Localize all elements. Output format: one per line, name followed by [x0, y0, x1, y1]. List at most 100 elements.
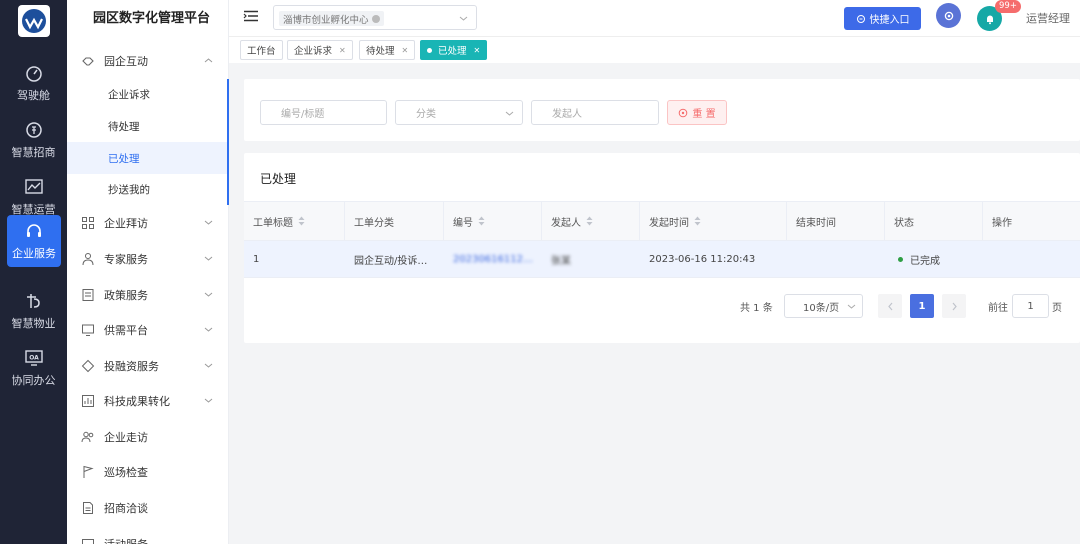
tab-pending[interactable]: 待处理 ✕ — [359, 40, 416, 60]
tab-workbench[interactable]: 工作台 — [240, 40, 283, 60]
close-icon[interactable]: ✕ — [474, 46, 481, 55]
table-row[interactable]: 1 园企互动/投诉… 20230616112… 张某 2023-06-16 11… — [244, 241, 1080, 278]
org-select[interactable]: 淄博市创业孵化中心 — [273, 5, 477, 30]
settings-button[interactable] — [936, 3, 961, 28]
tab-enterprise-appeal[interactable]: 企业诉求 ✕ — [287, 40, 353, 60]
tab-processed[interactable]: 已处理 ✕ — [420, 40, 488, 60]
trend-icon — [24, 179, 43, 194]
menu-group-financing[interactable]: 投融资服务 — [67, 350, 229, 382]
chevron-down-icon — [847, 304, 856, 309]
category-select[interactable]: 分类 — [395, 100, 523, 125]
sort-icon[interactable] — [694, 216, 701, 226]
tab-label: 已处理 — [438, 46, 467, 57]
initiator-input[interactable]: 发起人 — [531, 100, 659, 125]
menu-sub-enterprise-appeal[interactable]: 企业诉求 — [67, 78, 229, 110]
menu-group-label: 投融资服务 — [104, 360, 159, 373]
grid-icon — [82, 217, 94, 229]
menu-group-expert[interactable]: 专家服务 — [67, 243, 229, 275]
status-dot-icon — [898, 257, 903, 262]
bell-icon — [986, 15, 993, 24]
menu-sub-pending[interactable]: 待处理 — [67, 110, 229, 142]
page-number-current[interactable]: 1 — [910, 294, 934, 318]
menu-group-patrol[interactable]: 巡场检查 — [67, 456, 229, 488]
table-header: 工单标题 工单分类 编号 发起人 发起时间 结束时间 状态 操作 — [244, 201, 1080, 241]
table-card: 已处理 工单标题 工单分类 编号 发起人 发起时间 结束时间 状态 操作 1 园… — [244, 153, 1080, 343]
quick-entry-label: 快捷入口 — [869, 15, 910, 26]
col-header-code[interactable]: 编号 — [444, 202, 542, 240]
col-label: 工单标题 — [253, 217, 293, 229]
menu-group-tech-transfer[interactable]: 科技成果转化 — [67, 385, 229, 417]
chevron-down-icon — [204, 327, 213, 332]
menu-sub-cc-me[interactable]: 抄送我的 — [67, 173, 229, 205]
goto-page-input[interactable]: 1 — [1012, 294, 1049, 318]
sort-icon[interactable] — [586, 216, 593, 226]
prev-page-button[interactable] — [878, 294, 902, 318]
col-header-start-time[interactable]: 发起时间 — [640, 202, 787, 240]
col-label: 操作 — [992, 217, 1012, 229]
menu-active-indicator — [227, 79, 229, 205]
chevron-right-icon — [952, 302, 957, 310]
gear-icon — [944, 11, 953, 20]
top-header: 淄博市创业孵化中心 快捷入口 99+ 运营经理 — [229, 0, 1080, 36]
reset-label: 重 置 — [692, 109, 716, 120]
users-icon — [81, 431, 94, 443]
menu-group-activity[interactable]: 活动服务 — [67, 528, 229, 544]
chart-icon — [82, 395, 94, 407]
goto-label: 前往 — [988, 303, 1008, 314]
rail-item-investment[interactable]: 智慧招商 — [0, 115, 67, 165]
menu-group-visit[interactable]: 企业拜访 — [67, 207, 229, 239]
rail-item-enterprise-service[interactable]: 企业服务 — [7, 215, 61, 267]
menu-group-label: 企业拜访 — [104, 217, 148, 230]
close-icon[interactable]: ✕ — [339, 46, 346, 55]
cell-code[interactable]: 20230616112… — [444, 241, 542, 278]
rail-label: 协同办公 — [11, 374, 56, 387]
col-header-title[interactable]: 工单标题 — [244, 202, 345, 240]
cell-end-time — [787, 241, 885, 278]
col-header-actions: 操作 — [983, 202, 1080, 240]
status-text: 已完成 — [910, 256, 940, 267]
cell-actions — [983, 241, 1080, 278]
rail-item-office[interactable]: OA 协同办公 — [0, 343, 67, 393]
cell-code-text: 20230616112… — [453, 254, 533, 265]
menu-group-supply-demand[interactable]: 供需平台 — [67, 314, 229, 346]
user-tie-icon — [82, 253, 94, 266]
page-size-select[interactable]: 10条/页 — [784, 294, 863, 318]
flag-icon — [83, 465, 94, 478]
tag-close-icon[interactable] — [371, 14, 380, 23]
col-header-category: 工单分类 — [345, 202, 444, 240]
user-name[interactable]: 运营经理 — [1026, 10, 1070, 26]
sort-icon[interactable] — [478, 216, 485, 226]
money-icon — [25, 122, 42, 138]
rail-item-property[interactable]: 智慧物业 — [0, 286, 67, 336]
cell-status: 已完成 — [885, 241, 983, 278]
left-rail: 驾驶舱 智慧招商 智慧运营 企业服务 智慧物业 OA 协同办公 — [0, 0, 67, 544]
org-tag: 淄博市创业孵化中心 — [279, 11, 384, 26]
monitor-icon — [82, 324, 94, 336]
col-label: 发起人 — [551, 217, 581, 229]
sort-icon[interactable] — [298, 216, 305, 226]
cell-initiator-text: 张某 — [551, 256, 571, 267]
next-page-button[interactable] — [942, 294, 966, 318]
code-title-input[interactable]: 编号/标题 — [260, 100, 387, 125]
menu-group-label: 科技成果转化 — [104, 395, 170, 408]
menu-group-label: 巡场检查 — [104, 466, 148, 479]
app-logo-icon[interactable] — [18, 5, 50, 37]
close-icon[interactable]: ✕ — [402, 46, 409, 55]
menu-fold-icon[interactable] — [243, 10, 259, 22]
col-header-end-time: 结束时间 — [787, 202, 885, 240]
page-size-value: 10条/页 — [803, 302, 840, 314]
menu-group-park-interaction[interactable]: 园企互动 — [67, 45, 229, 77]
card-title: 已处理 — [260, 172, 297, 186]
tab-label: 工作台 — [247, 46, 276, 57]
col-label: 状态 — [894, 217, 914, 229]
menu-group-policy[interactable]: 政策服务 — [67, 279, 229, 311]
rail-item-cockpit[interactable]: 驾驶舱 — [0, 58, 67, 108]
col-header-initiator[interactable]: 发起人 — [542, 202, 640, 240]
menu-group-negotiation[interactable]: 招商洽谈 — [67, 492, 229, 524]
quick-entry-button[interactable]: 快捷入口 — [844, 7, 921, 30]
reset-button[interactable]: 重 置 — [667, 100, 727, 125]
menu-group-enterprise-walk[interactable]: 企业走访 — [67, 421, 229, 453]
col-label: 工单分类 — [354, 217, 394, 229]
chevron-down-icon — [204, 256, 213, 261]
menu-sub-processed[interactable]: 已处理 — [67, 142, 229, 174]
